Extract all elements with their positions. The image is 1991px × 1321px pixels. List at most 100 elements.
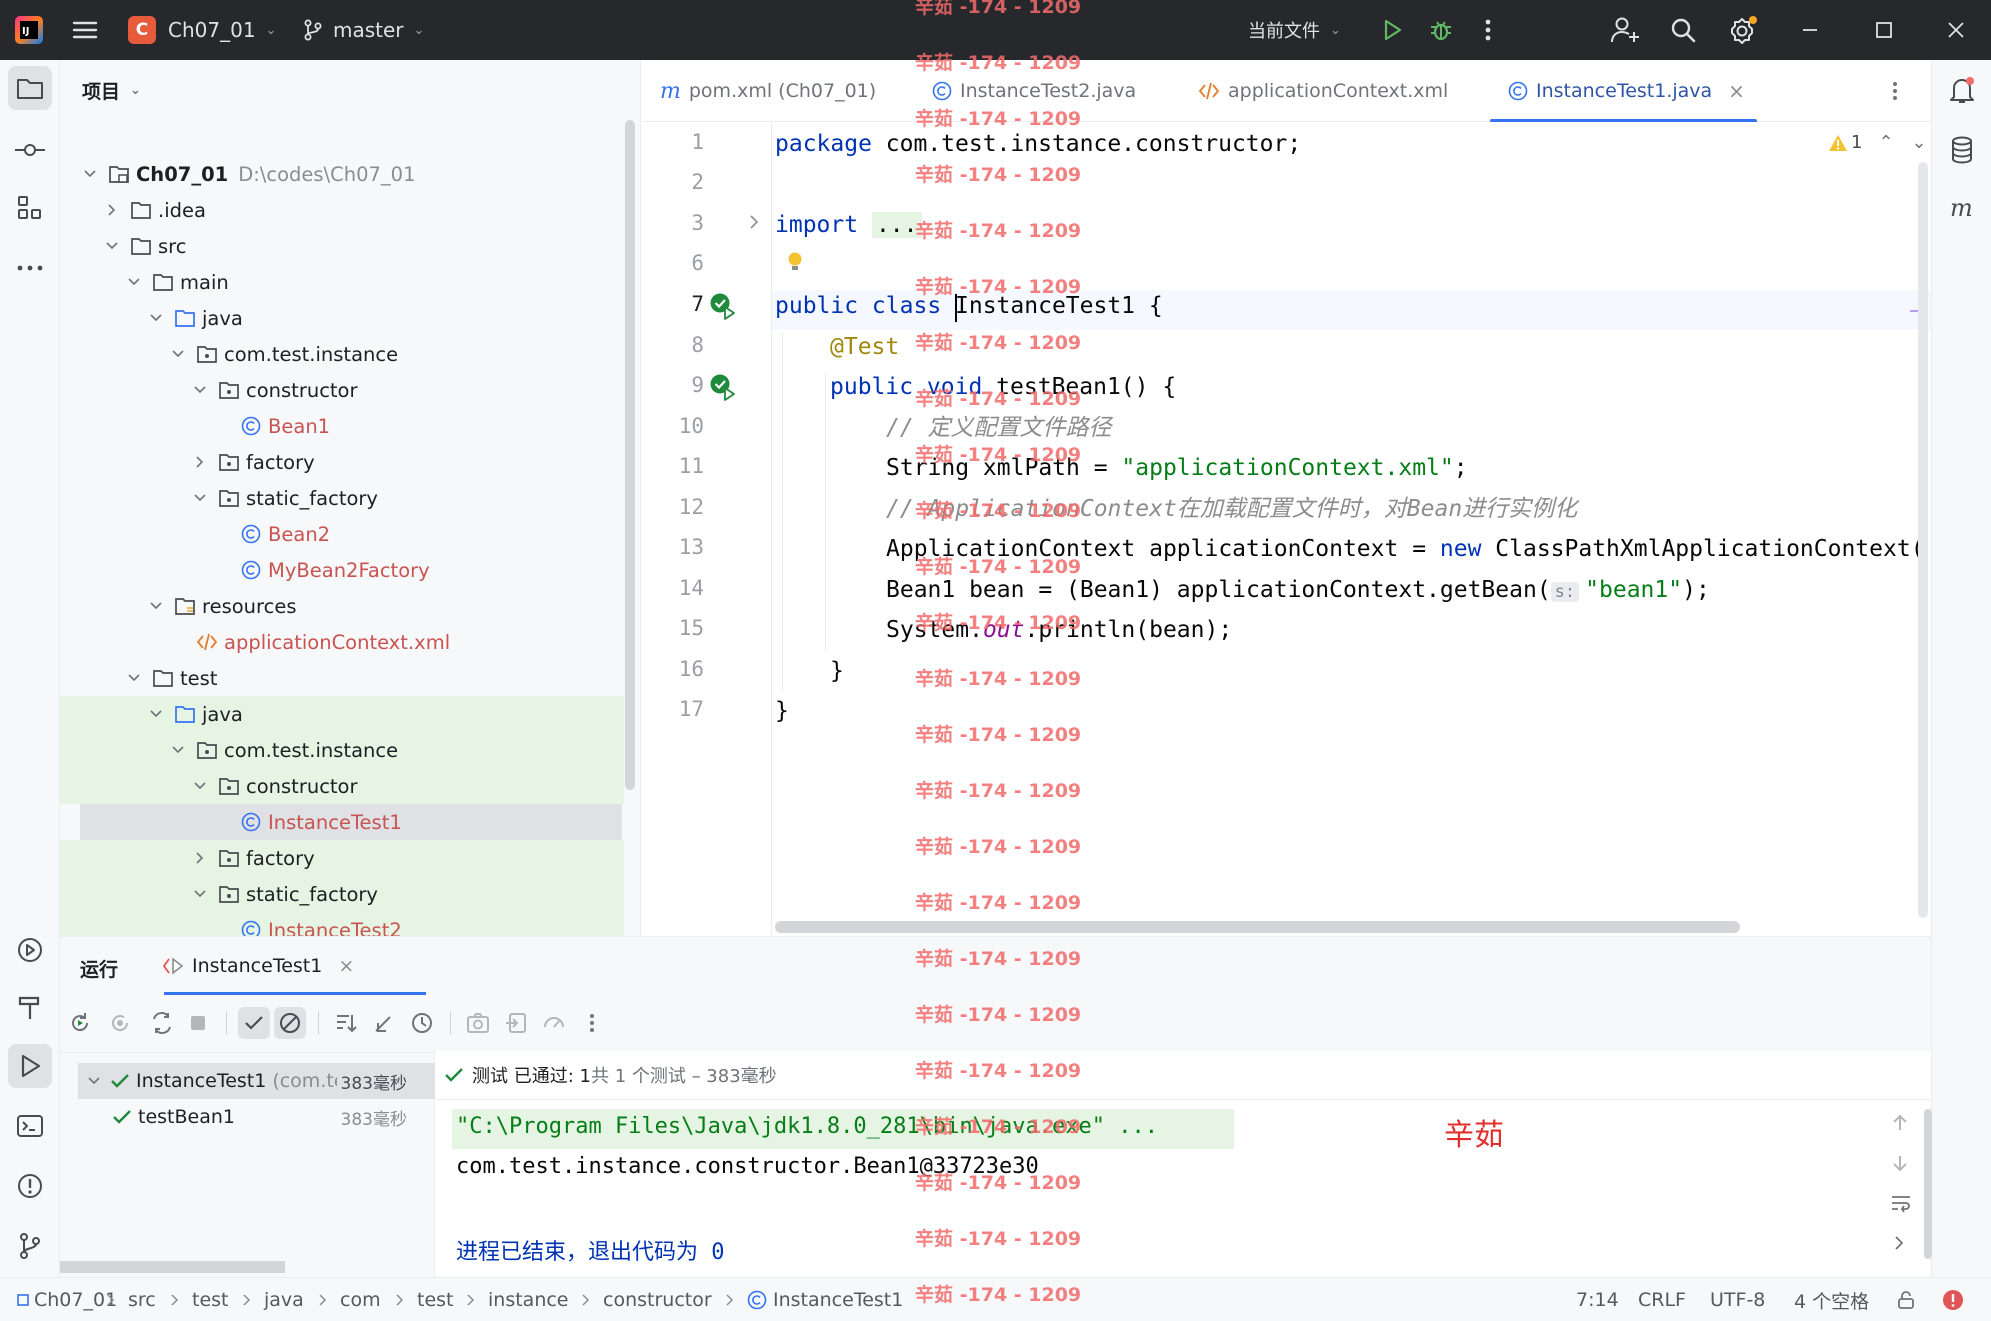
breadcrumb-item[interactable]: src <box>128 1278 156 1321</box>
chevron-down-icon[interactable] <box>104 238 120 254</box>
fold-chevron-icon[interactable] <box>748 214 760 230</box>
more-tools-icon[interactable] <box>8 246 52 290</box>
chevron-down-icon[interactable] <box>126 670 142 686</box>
tree-item-resources[interactable]: resources <box>60 588 624 624</box>
tree-item-static-factory[interactable]: static_factory <box>60 876 624 912</box>
terminal-tool-icon[interactable] <box>8 1104 52 1148</box>
indent-setting[interactable]: 4 个空格 <box>1794 1278 1869 1321</box>
tree-item-constructor[interactable]: constructor <box>60 768 624 804</box>
search-icon[interactable] <box>1670 0 1696 60</box>
settings-gear-icon[interactable] <box>1728 0 1758 60</box>
commit-tool-icon[interactable] <box>8 128 52 172</box>
main-menu-icon[interactable] <box>72 0 98 60</box>
breadcrumb-item[interactable]: InstanceTest1 <box>747 1278 903 1321</box>
rerun-icon[interactable] <box>64 1007 96 1039</box>
breadcrumb-item[interactable]: Ch07_01 <box>16 1278 117 1321</box>
project-scrollbar[interactable] <box>625 120 635 790</box>
tree-item-bean1[interactable]: Bean1 <box>60 408 624 444</box>
code-line-17[interactable]: } <box>775 695 789 727</box>
run-tool-icon[interactable] <box>8 1044 52 1088</box>
tree-item-test[interactable]: test <box>60 660 624 696</box>
caret-position[interactable]: 7:14 <box>1576 1278 1619 1321</box>
lightbulb-icon[interactable] <box>785 250 805 274</box>
test-tree-scrollbar[interactable] <box>60 1261 285 1273</box>
chevron-right-icon[interactable] <box>192 850 208 866</box>
git-tool-icon[interactable] <box>8 1224 52 1268</box>
screenshot-icon[interactable] <box>462 1007 494 1039</box>
coverage-icon[interactable] <box>538 1007 570 1039</box>
breadcrumb-item[interactable]: constructor <box>603 1278 712 1321</box>
tree-item-static-factory[interactable]: static_factory <box>60 480 624 516</box>
editor-horizontal-scrollbar[interactable] <box>775 921 1740 933</box>
run-icon[interactable] <box>1380 0 1404 60</box>
breadcrumb-item[interactable]: test <box>417 1278 454 1321</box>
project-panel-header[interactable]: 项目 ⌄ <box>60 60 640 120</box>
notifications-bell-icon[interactable] <box>1940 68 1984 112</box>
database-tool-icon[interactable] <box>1940 128 1984 172</box>
project-tool-icon[interactable] <box>8 66 52 110</box>
code-line-16[interactable]: } <box>830 655 844 687</box>
code-line-8[interactable]: @Test <box>830 331 899 363</box>
toggle-auto-test-icon[interactable] <box>146 1007 178 1039</box>
tree-item-bean2[interactable]: Bean2 <box>60 516 624 552</box>
tab-pom-xml[interactable]: m pom.xml (Ch07_01) <box>660 60 876 122</box>
services-tool-icon[interactable] <box>8 928 52 972</box>
console-output[interactable]: 测试 已通过: 1 共 1 个测试 – 383毫秒 "C:\Program Fi… <box>436 1051 1932 1278</box>
file-encoding[interactable]: UTF-8 <box>1710 1278 1765 1321</box>
run-test-class-icon[interactable] <box>709 292 737 320</box>
lock-icon[interactable] <box>1896 1278 1916 1321</box>
breadcrumb-item[interactable]: com <box>340 1278 381 1321</box>
error-indicator-icon[interactable] <box>1942 1278 1964 1321</box>
tree-item-java[interactable]: java <box>60 696 624 732</box>
collapse-all-icon[interactable] <box>368 1007 400 1039</box>
chevron-down-icon[interactable] <box>148 706 164 722</box>
tree-item-constructor[interactable]: constructor <box>60 372 624 408</box>
chevron-down-icon[interactable] <box>170 346 186 362</box>
tree-item-instancetest1[interactable]: InstanceTest1 <box>80 804 622 840</box>
maximize-icon[interactable] <box>1874 0 1894 60</box>
line-separator[interactable]: CRLF <box>1638 1278 1686 1321</box>
run-more-icon[interactable] <box>576 1007 608 1039</box>
inspection-widget[interactable]: 1 ⌃ ⌄ <box>1828 132 1927 153</box>
test-history-icon[interactable] <box>406 1007 438 1039</box>
tree-item-factory[interactable]: factory <box>60 444 624 480</box>
test-row-class[interactable]: InstanceTest1 (com.te 383毫秒 <box>78 1063 435 1099</box>
tree-item-mybean2factory[interactable]: MyBean2Factory <box>60 552 624 588</box>
run-config-selector[interactable]: 当前文件 ⌄ <box>1248 0 1341 60</box>
tree-item-src[interactable]: src <box>60 228 624 264</box>
code-editor[interactable]: 1 2 3 6 7 8 9 10 11 12 13 14 15 16 17 pa… <box>642 122 1931 936</box>
chevron-right-icon[interactable] <box>192 454 208 470</box>
previous-highlight-icon[interactable]: ⌃ <box>1878 132 1893 153</box>
tree-item-idea[interactable]: .idea <box>60 192 624 228</box>
tree-item-com-test-instance[interactable]: com.test.instance <box>60 732 624 768</box>
code-line-3[interactable]: import ... <box>775 209 922 241</box>
show-ignored-icon[interactable] <box>274 1007 306 1039</box>
chevron-right-icon[interactable] <box>104 202 120 218</box>
project-switcher[interactable]: C Ch07_01 ⌄ <box>128 0 276 60</box>
import-tests-icon[interactable] <box>500 1007 532 1039</box>
rerun-failed-icon[interactable] <box>104 1007 136 1039</box>
soft-wrap-icon[interactable] <box>1890 1193 1912 1213</box>
close-window-icon[interactable] <box>1946 0 1966 60</box>
structure-tool-icon[interactable] <box>8 186 52 230</box>
branch-switcher[interactable]: master ⌄ <box>303 0 424 60</box>
console-scrollbar[interactable] <box>1924 1109 1932 1259</box>
chevron-down-icon[interactable] <box>192 886 208 902</box>
tree-item-factory[interactable]: factory <box>60 840 624 876</box>
tab-close-icon[interactable]: × <box>1728 79 1745 103</box>
tree-item-com-test-instance[interactable]: com.test.instance <box>60 336 624 372</box>
run-test-method-icon[interactable] <box>709 373 737 401</box>
breadcrumb-item[interactable]: test <box>192 1278 229 1321</box>
show-passed-icon[interactable] <box>238 1007 270 1039</box>
next-highlight-icon[interactable]: ⌄ <box>1912 132 1927 153</box>
scroll-up-icon[interactable] <box>1890 1113 1910 1133</box>
run-tab-instancetest1[interactable]: InstanceTest1 × <box>162 937 354 995</box>
more-actions-icon[interactable] <box>1484 0 1492 60</box>
test-row-method[interactable]: testBean1 383毫秒 <box>78 1099 435 1135</box>
minimize-icon[interactable] <box>1800 0 1820 60</box>
tree-item-instancetest2[interactable]: InstanceTest2 <box>60 912 624 936</box>
tree-item-applicationcontext-xml[interactable]: applicationContext.xml <box>60 624 624 660</box>
tree-item-main[interactable]: main <box>60 264 624 300</box>
chevron-down-icon[interactable] <box>192 382 208 398</box>
chevron-down-icon[interactable] <box>170 742 186 758</box>
